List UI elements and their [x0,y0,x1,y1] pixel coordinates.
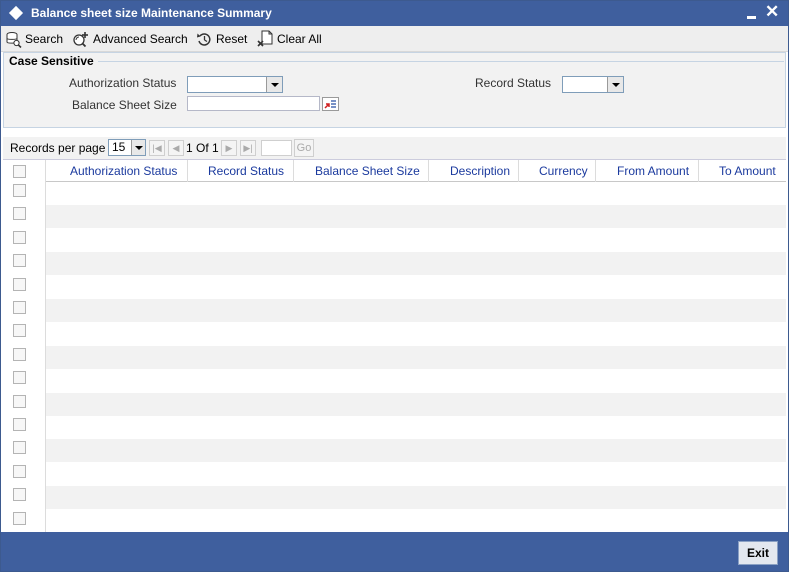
toolbar: Search Advanced Search Reset Clear All [1,26,788,52]
records-per-page-value: 15 [112,140,126,154]
table-row[interactable] [46,252,786,276]
column-to-amount[interactable]: To Amount [719,164,776,178]
row-checkbox[interactable] [13,254,26,268]
table-row[interactable] [46,345,786,369]
goto-page-input[interactable] [261,140,292,156]
advanced-search-button[interactable]: Advanced Search [72,30,188,48]
row-checkbox[interactable] [13,441,26,455]
summary-window: Balance sheet size Maintenance Summary ✕… [0,0,789,572]
section-divider [98,61,784,62]
row-checkbox[interactable] [13,207,26,221]
column-separator [698,160,699,182]
last-page-icon[interactable]: ▶| [240,140,256,156]
title-bar: Balance sheet size Maintenance Summary ✕ [1,1,788,26]
row-checkbox[interactable] [13,464,26,478]
records-per-page-label: Records per page [10,141,106,155]
record-status-select[interactable] [562,76,624,93]
column-separator [187,160,188,182]
column-separator [428,160,429,182]
row-checkbox[interactable] [13,324,26,338]
first-page-icon[interactable]: |◀ [149,140,165,156]
clear-all-icon [257,30,273,47]
close-icon[interactable]: ✕ [765,3,779,21]
table-row[interactable] [46,228,786,252]
search-button[interactable]: Search [5,30,63,48]
search-criteria-panel: Case Sensitive Authorization Status Reco… [3,52,786,128]
table-row[interactable] [46,369,786,393]
reset-icon [197,32,211,46]
table-row[interactable] [46,275,786,299]
row-checkbox[interactable] [13,230,26,244]
case-sensitive-label: Case Sensitive [9,54,94,68]
page-info: 1 Of 1 [186,141,219,155]
table-row[interactable] [46,182,786,205]
column-authorization-status[interactable]: Authorization Status [70,164,177,178]
minimize-icon[interactable] [747,16,756,19]
pagination-bar: Records per page 15 |◀ ◀ 1 Of 1 ▶ ▶| Go [3,137,786,159]
table-row[interactable] [46,462,786,486]
table-row[interactable] [46,322,786,346]
list-of-values-icon [324,100,336,109]
row-checkbox[interactable] [13,511,26,525]
row-checkbox[interactable] [13,347,26,361]
reset-button[interactable]: Reset [196,30,247,48]
authorization-status-select[interactable] [187,76,283,93]
row-checkbox[interactable] [13,184,26,197]
results-grid: Authorization Status Record Status Balan… [3,159,786,533]
row-checkbox[interactable] [13,488,26,502]
chevron-down-icon[interactable] [266,77,282,92]
footer-bar: Exit [1,532,788,571]
window-title: Balance sheet size Maintenance Summary [31,6,272,20]
column-record-status[interactable]: Record Status [208,164,284,178]
next-page-icon[interactable]: ▶ [221,140,237,156]
balance-sheet-size-label: Balance Sheet Size [72,98,177,112]
search-label: Search [25,32,64,46]
exit-button[interactable]: Exit [738,541,778,565]
authorization-status-label: Authorization Status [69,76,177,90]
select-all-checkbox[interactable] [13,165,26,178]
grid-header: Authorization Status Record Status Balan… [3,160,786,182]
record-status-label: Record Status [475,76,552,90]
column-balance-sheet-size[interactable]: Balance Sheet Size [315,164,420,178]
row-checkbox[interactable] [13,394,26,408]
column-separator [518,160,519,182]
table-row[interactable] [46,392,786,416]
window-diamond-icon [8,5,24,21]
column-currency[interactable]: Currency [539,164,588,178]
column-separator [293,160,294,182]
table-row[interactable] [46,205,786,229]
balance-sheet-size-input[interactable] [187,96,320,111]
column-from-amount[interactable]: From Amount [617,164,689,178]
table-row[interactable] [46,439,786,463]
table-row[interactable] [46,509,786,533]
row-checkbox[interactable] [13,277,26,291]
table-row[interactable] [46,299,786,322]
row-checkbox[interactable] [13,301,26,314]
chevron-down-icon[interactable] [607,77,623,92]
advanced-search-icon [73,31,88,47]
row-checkbox[interactable] [13,418,26,431]
table-row[interactable] [46,486,786,510]
row-checkbox[interactable] [13,371,26,385]
clear-all-label: Clear All [277,32,322,46]
advanced-search-label: Advanced Search [93,32,188,46]
column-separator [595,160,596,182]
column-description[interactable]: Description [450,164,510,178]
reset-label: Reset [216,32,248,46]
select-column [3,160,46,533]
search-icon [6,31,22,48]
records-per-page-select[interactable]: 15 [108,139,146,156]
clear-all-button[interactable]: Clear All [257,30,322,48]
previous-page-icon[interactable]: ◀ [168,140,184,156]
table-row[interactable] [46,416,786,439]
go-button[interactable]: Go [294,139,314,157]
lov-icon[interactable] [322,97,339,111]
chevron-down-icon[interactable] [131,140,145,155]
